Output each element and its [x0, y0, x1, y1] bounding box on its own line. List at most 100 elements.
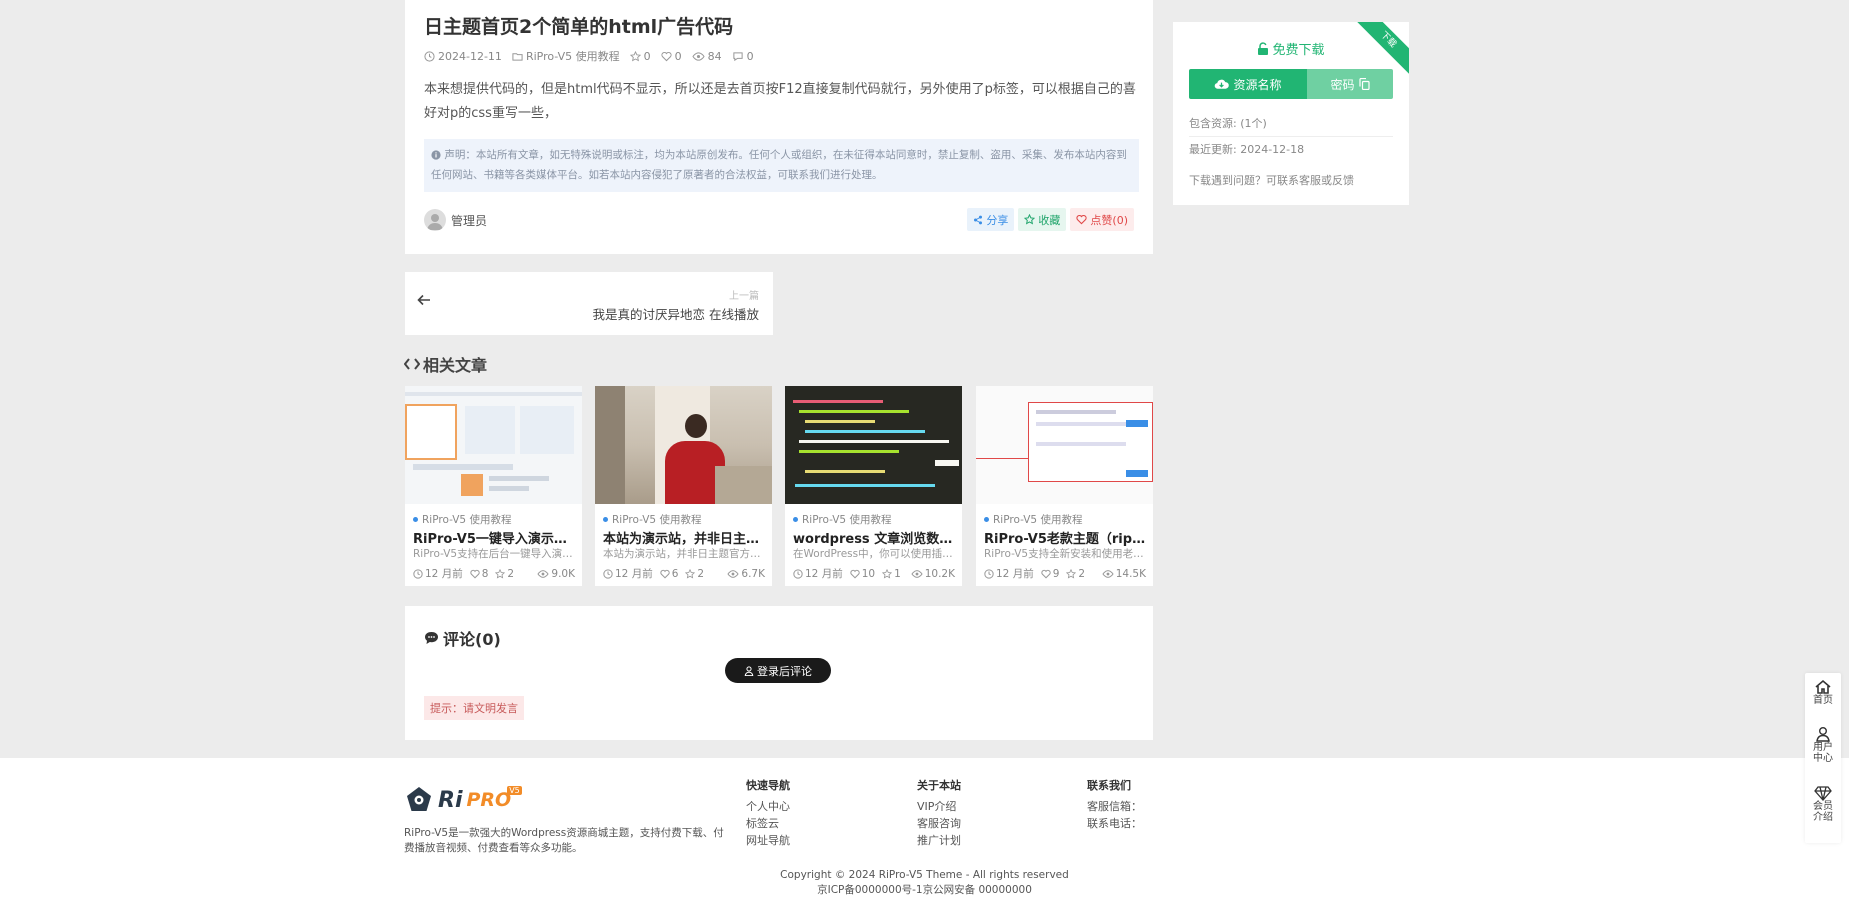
- related-stats: 12 月前 10 1 10.2K: [793, 566, 955, 581]
- avatar: [424, 209, 446, 231]
- code-icon: [404, 358, 420, 370]
- related-title[interactable]: RiPro-V5老款主题（ripro）数据: [984, 528, 1146, 547]
- footer-description: RiPro-V5是一款强大的Wordpress资源商城主题，支持付费下载、付费播…: [404, 827, 724, 854]
- related-thumbnail[interactable]: [405, 386, 582, 504]
- article-card: 日主题首页2个简单的html广告代码 2024-12-11 RiPro-V5 使…: [405, 0, 1153, 254]
- related-desc: RiPro-V5支持全新安装和使用老版本数据: [984, 548, 1146, 560]
- related-card[interactable]: RiPro-V5 使用教程 本站为演示站，并非日主题官方站 本站为演示站，并非日…: [595, 386, 772, 586]
- prev-post-link[interactable]: 上一篇 我是真的讨厌异地恋 在线播放: [405, 272, 773, 335]
- related-desc: 在WordPress中，你可以使用插件或代码: [793, 548, 955, 560]
- article-stars: 0: [629, 50, 651, 63]
- clock-icon: [603, 568, 613, 579]
- notice-text: 声明：本站所有文章，如无特殊说明或标注，均为本站原创发布。任何个人或组织，在未征…: [431, 149, 1127, 181]
- home-icon: [1815, 679, 1831, 694]
- article-category[interactable]: RiPro-V5 使用教程: [512, 48, 620, 64]
- related-card[interactable]: RiPro-V5 使用教程 RiPro-V5一键导入演示数据教程 RiPro-V…: [405, 386, 582, 586]
- eye-icon: [727, 569, 739, 578]
- download-help-link[interactable]: 下载遇到问题？可联系客服或反馈: [1189, 172, 1354, 188]
- eye-icon: [911, 569, 923, 578]
- comment-icon: [733, 51, 743, 61]
- related-stats: 12 月前 6 2 6.7K: [603, 566, 765, 581]
- comment-tip: 提示：请文明发言: [424, 696, 524, 720]
- article-date: 2024-12-11: [424, 50, 502, 63]
- footer-logo[interactable]: Ri PRO V5: [404, 785, 530, 815]
- related-desc: RiPro-V5支持在后台一键导入演示数据: [413, 548, 575, 560]
- footer-link[interactable]: 标签云: [746, 815, 790, 832]
- star-icon: [1066, 568, 1077, 578]
- download-widget: 下载 免费下载 资源名称 密码 包含资源: (1个) 最近更新: 2024-12…: [1173, 22, 1409, 205]
- float-toolbar: 首页 用户 中心 会员 介绍: [1805, 673, 1841, 843]
- heart-icon: [470, 569, 480, 578]
- download-button[interactable]: 资源名称: [1189, 69, 1307, 99]
- last-updated: 最近更新: 2024-12-18: [1189, 143, 1305, 156]
- footer-about-column: 关于本站 VIP介绍 客服咨询 推广计划: [917, 779, 961, 849]
- star-icon: [882, 568, 893, 578]
- footer-link[interactable]: 个人中心: [746, 798, 790, 815]
- star-icon: [629, 50, 641, 61]
- cloud-download-icon: [1215, 79, 1230, 89]
- comments-card: 评论(0) 登录后评论 提示：请文明发言: [405, 606, 1153, 740]
- heart-icon: [850, 569, 860, 578]
- related-title[interactable]: wordpress 文章浏览数随机增加: [793, 528, 955, 547]
- like-button[interactable]: 点赞(0): [1070, 208, 1134, 231]
- ripro-logo-icon: [407, 787, 431, 811]
- related-heading: 相关文章: [404, 352, 487, 376]
- eye-icon: [692, 51, 705, 61]
- related-title[interactable]: 本站为演示站，并非日主题官方站: [603, 528, 765, 547]
- share-button[interactable]: 分享: [967, 208, 1015, 231]
- footer-contact-column: 联系我们 客服信箱： 联系电话：: [1087, 779, 1142, 830]
- arrow-left-icon: [417, 294, 430, 306]
- copy-password-button[interactable]: 密码: [1307, 69, 1393, 99]
- resource-count: 包含资源: (1个): [1189, 117, 1267, 130]
- footer-nav-column: 快速导航 个人中心 标签云 网址导航: [746, 779, 790, 849]
- heart-icon: [661, 51, 672, 61]
- heart-icon: [660, 569, 670, 578]
- related-thumbnail[interactable]: [595, 386, 772, 504]
- icp-text[interactable]: 京ICP备0000000号-1京公网安备 00000000: [0, 883, 1849, 898]
- free-download-label: 免费下载: [1173, 39, 1409, 58]
- favorite-button[interactable]: 收藏: [1018, 208, 1067, 231]
- related-category[interactable]: RiPro-V5 使用教程: [793, 512, 891, 527]
- diamond-icon: [1814, 786, 1832, 801]
- contact-email: 客服信箱：: [1087, 800, 1142, 813]
- footer-link[interactable]: 推广计划: [917, 832, 961, 849]
- related-category[interactable]: RiPro-V5 使用教程: [603, 512, 701, 527]
- info-icon: [431, 150, 441, 160]
- related-category[interactable]: RiPro-V5 使用教程: [984, 512, 1082, 527]
- prev-title: 我是真的讨厌异地恋 在线播放: [592, 307, 759, 322]
- author[interactable]: 管理员: [424, 209, 487, 231]
- unlock-icon: [1258, 42, 1269, 55]
- heart-icon: [1076, 214, 1088, 225]
- clock-icon: [984, 568, 994, 579]
- footer-link[interactable]: 客服咨询: [917, 815, 961, 832]
- user-icon: [1816, 727, 1830, 742]
- article-body: 本来想提供代码的，但是html代码不显示，所以还是去首页按F12直接复制代码就行…: [424, 82, 1136, 121]
- float-home-button[interactable]: 首页: [1805, 679, 1841, 706]
- float-user-center-button[interactable]: 用户 中心: [1805, 726, 1841, 764]
- article-meta: 2024-12-11 RiPro-V5 使用教程 0 0 84 0: [424, 48, 754, 64]
- star-icon: [1024, 214, 1036, 225]
- related-card[interactable]: RiPro-V5 使用教程 wordpress 文章浏览数随机增加 在WordP…: [785, 386, 962, 586]
- copy-icon: [1358, 78, 1370, 90]
- related-stats: 12 月前 8 2 9.0K: [413, 566, 575, 581]
- related-title[interactable]: RiPro-V5一键导入演示数据教程: [413, 528, 575, 547]
- article-title: 日主题首页2个简单的html广告代码: [424, 16, 734, 38]
- related-thumbnail[interactable]: [976, 386, 1153, 504]
- related-stats: 12 月前 9 2 14.5K: [984, 566, 1146, 581]
- copyright-text: Copyright © 2024 RiPro-V5 Theme - All ri…: [780, 869, 1069, 881]
- prev-label: 上一篇: [729, 291, 759, 302]
- folder-icon: [512, 52, 523, 61]
- eye-icon: [537, 569, 549, 578]
- article-comments: 0: [732, 50, 754, 63]
- clock-icon: [793, 568, 803, 579]
- login-to-comment-button[interactable]: 登录后评论: [725, 658, 831, 683]
- contact-phone: 联系电话：: [1087, 817, 1142, 830]
- footer-link[interactable]: VIP介绍: [917, 798, 961, 815]
- footer-link[interactable]: 网址导航: [746, 832, 790, 849]
- related-category[interactable]: RiPro-V5 使用教程: [413, 512, 511, 527]
- related-thumbnail[interactable]: [785, 386, 962, 504]
- float-vip-button[interactable]: 会员 介绍: [1805, 786, 1841, 823]
- related-card[interactable]: RiPro-V5 使用教程 RiPro-V5老款主题（ripro）数据 RiPr…: [976, 386, 1153, 586]
- divider: [1189, 136, 1393, 137]
- article-views: 84: [692, 50, 722, 63]
